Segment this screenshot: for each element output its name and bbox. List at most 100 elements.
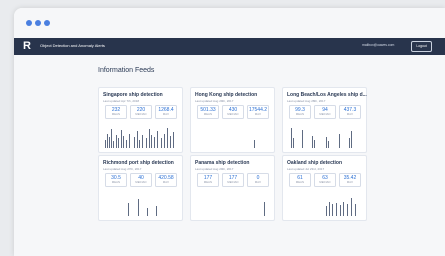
sparkline-chart [288,124,361,148]
feed-card[interactable]: Richmond port ship detection Last updated… [98,155,183,221]
sparkline-chart [196,192,269,216]
sparkline-bar [151,134,153,148]
feed-card[interactable]: Singapore ship detection Last updated Apr… [98,87,183,153]
window-titlebar [14,8,445,38]
feed-card-title[interactable]: Panama ship detection [195,160,249,166]
feed-card-title[interactable]: Hong Kong ship detection [195,92,257,98]
sparkline-bar [170,136,172,148]
sparkline-bar [351,131,353,148]
window-dot-maximize[interactable] [44,20,50,26]
sparkline-bar [340,205,342,216]
sparkline-bar [164,133,166,148]
stat-label: MEAN [203,181,213,184]
sparkline-bar [123,136,125,148]
stat-box-median: 40 MEDIAN [130,173,152,187]
stat-box-mean: 501.33 MEAN [197,105,219,119]
sparkline-bar [139,139,141,148]
app-title: Object Detection and Anomaly Alerts [40,43,105,48]
feed-card[interactable]: Panama ship detection Last updated Aug 29… [190,155,275,221]
feed-card[interactable]: Long Beach/Los Angeles ship d... Last upd… [282,87,367,153]
stat-box-max: 1268.4 MAX [155,105,177,119]
stat-label: MAX [346,181,354,184]
feed-card-updated: Last updated Apr 7th, 2018 [103,99,140,103]
sparkline-bar [355,204,357,216]
stat-label: MAX [254,113,262,116]
page-title: Information Feeds [98,67,155,74]
sparkline-chart [288,192,361,216]
stat-box-median: 177 MEDIAN [222,173,244,187]
stat-box-max: 35.42 MAX [339,173,361,187]
feed-card-updated: Last updated Aug 29th, 2017 [195,167,234,171]
stat-box-max: 420.58 MAX [155,173,177,187]
sparkline-bar [332,204,334,216]
window-dot-minimize[interactable] [35,20,41,26]
sparkline-bar [343,201,345,216]
sparkline-bar [147,207,149,216]
stat-box-mean: 232 MEAN [105,105,127,119]
stat-label: MEAN [295,113,305,116]
app-window: R Object Detection and Anomaly Alerts ma… [14,8,445,256]
sparkline-bar [329,201,331,216]
sparkline-bar [328,140,330,148]
sparkline-bar [138,199,140,216]
sparkline-bar [154,137,156,148]
sparkline-bar [167,127,169,148]
sparkline-chart [196,124,269,148]
stat-label: MEDIAN [227,113,239,116]
sparkline-bar [146,138,148,148]
stat-label: MAX [162,113,170,116]
sparkline-bar [156,206,158,216]
feed-card[interactable]: Oakland ship detection Last updated Jul 2… [282,155,367,221]
stat-label: MEDIAN [227,181,239,184]
sparkline-bar [326,206,328,216]
app-header: R Object Detection and Anomaly Alerts ma… [14,38,445,55]
sparkline-bar [129,133,131,148]
stat-box-mean: 177 MEAN [197,173,219,187]
sparkline-bar [128,202,130,216]
stat-box-max: 17544.2 MAX [247,105,269,119]
sparkline-bar [339,133,341,148]
stat-label: MEAN [111,113,121,116]
stat-box-mean: 30.5 MEAN [105,173,127,187]
sparkline-bar [161,138,163,148]
feed-card-title[interactable]: Oakland ship detection [287,160,342,166]
feed-card-title[interactable]: Singapore ship detection [103,92,163,98]
stat-label: MEAN [111,181,121,184]
stat-box-median: 63 MEDIAN [314,173,336,187]
stat-label: MAX [162,181,170,184]
sparkline-bar [126,139,128,148]
feed-card-updated: Last updated Aug 28th, 2017 [287,99,326,103]
sparkline-bar [351,198,353,216]
stat-box-median: 94 MEDIAN [314,105,336,119]
stat-box-median: 220 MEDIAN [130,105,152,119]
sparkline-bar [314,139,316,148]
feed-card[interactable]: Hong Kong ship detection Last updated Aug… [190,87,275,153]
feed-card-title[interactable]: Richmond port ship detection [103,160,174,166]
stat-box-mean: 61 MEAN [289,173,311,187]
stat-label: MEDIAN [135,113,147,116]
stat-label: MEDIAN [135,181,147,184]
sparkline-bar [173,132,175,148]
logout-button[interactable]: Logout [411,41,432,52]
feed-card-updated: Last updated Aug 27th, 2017 [103,167,142,171]
stat-label: MEDIAN [319,113,331,116]
stat-label: MEAN [295,181,305,184]
stat-box-max: 437.3 MAX [339,105,361,119]
feed-card-title[interactable]: Long Beach/Los Angeles ship d... [287,92,367,98]
window-dot-close[interactable] [26,20,32,26]
stat-box-median: 430 MEDIAN [222,105,244,119]
sparkline-bar [336,202,338,216]
stat-label: MEAN [203,113,213,116]
app-logo[interactable]: R [23,40,31,52]
stat-label: MEDIAN [319,181,331,184]
sparkline-chart [104,192,177,216]
sparkline-bar [347,204,349,216]
sparkline-bar [157,131,159,148]
sparkline-bar [118,138,120,148]
stat-box-mean: 99.3 MEAN [289,105,311,119]
stat-box-max: 0 MAX [247,173,269,187]
sparkline-bar [134,137,136,148]
sparkline-bar [142,134,144,148]
user-email: mailbox@oawes.com [362,43,395,47]
stat-label: MAX [346,113,354,116]
